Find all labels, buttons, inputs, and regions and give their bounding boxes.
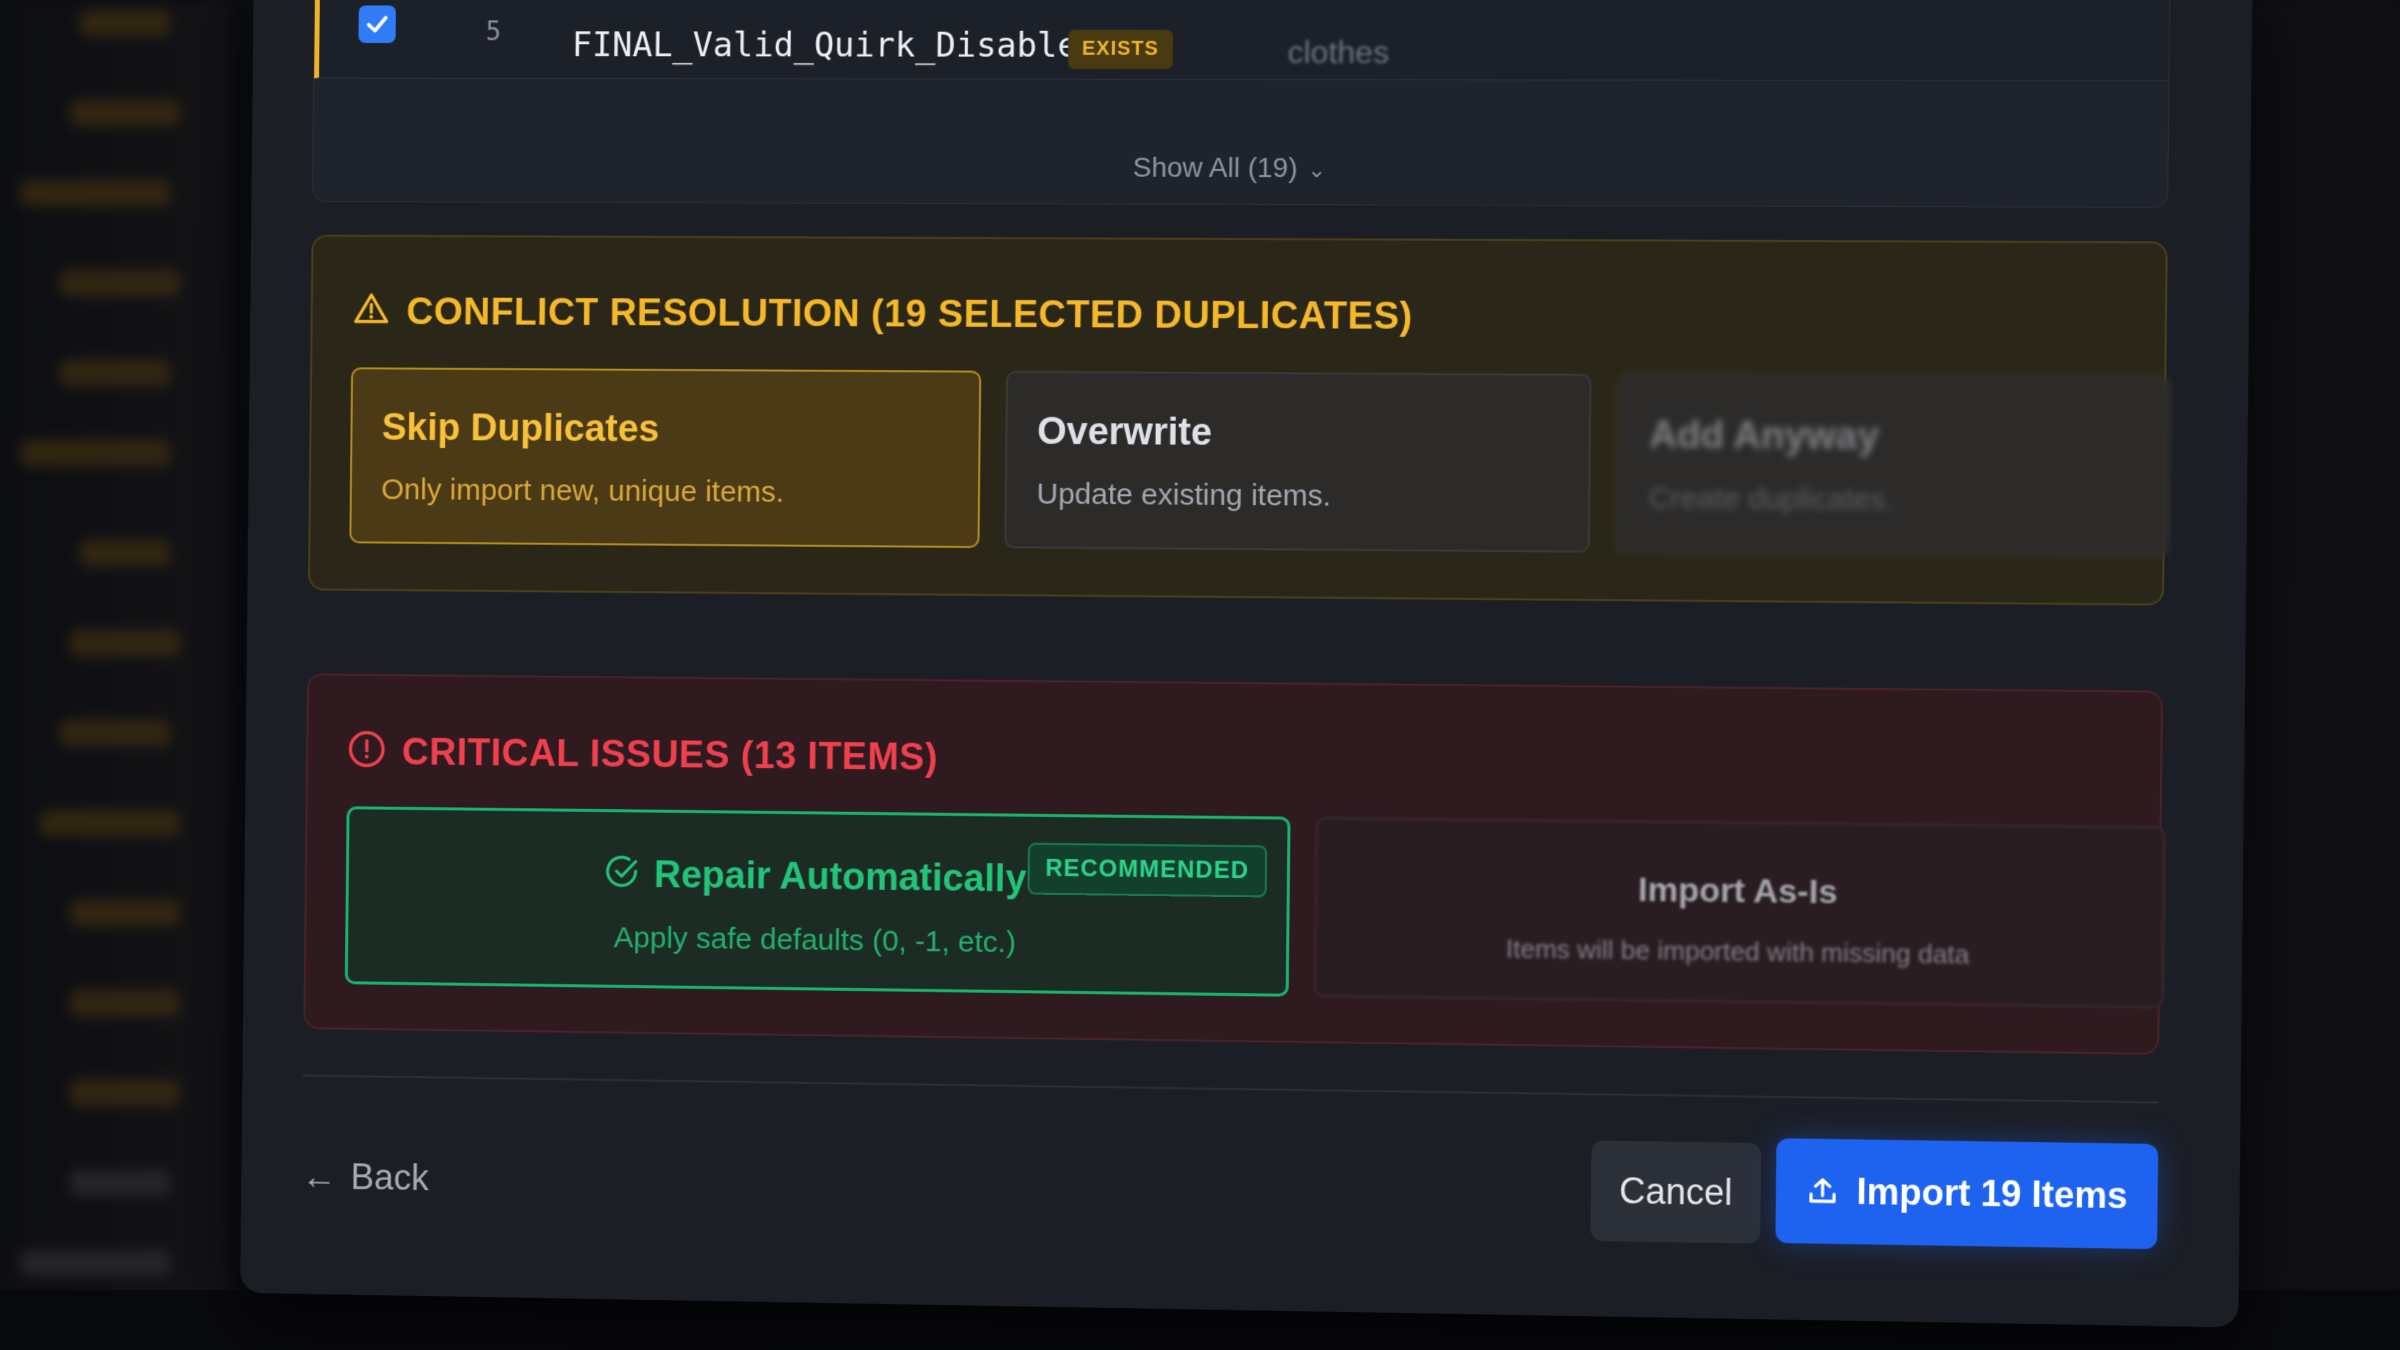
skip-duplicates-option[interactable]: Skip Duplicates Only import new, unique … — [349, 367, 982, 549]
back-button[interactable]: ← Back — [302, 1156, 429, 1200]
import-modal: 5 FINAL_Valid_Quirk_Disabled EXISTS clot… — [240, 0, 2253, 1328]
check-icon — [364, 11, 390, 37]
repair-description: Apply safe defaults (0, -1, etc.) — [613, 921, 1017, 960]
check-circle-icon — [605, 854, 641, 900]
table-row[interactable]: 5 FINAL_Valid_Quirk_Disabled EXISTS clot… — [314, 0, 2170, 82]
conflict-resolution-title: CONFLICT RESOLUTION (19 SELECTED DUPLICA… — [351, 290, 1413, 343]
option-title: Overwrite — [1037, 410, 1213, 454]
warning-icon — [351, 290, 391, 338]
back-label: Back — [350, 1156, 430, 1199]
option-description: Update existing items. — [1036, 477, 1332, 513]
show-all-button[interactable]: Show All (19) ⌄ — [313, 150, 2168, 187]
as-is-description: Items will be imported with missing data — [1505, 933, 1970, 970]
row-index: 5 — [485, 17, 502, 48]
footer-divider — [302, 1074, 2159, 1104]
critical-issues-panel: CRITICAL ISSUES (13 ITEMS) Repair Automa… — [303, 673, 2166, 1055]
option-title: Skip Duplicates — [381, 407, 660, 451]
recommended-badge: RECOMMENDED — [1027, 842, 1268, 898]
arrow-left-icon: ← — [301, 1155, 338, 1197]
import-button[interactable]: Import 19 Items — [1775, 1138, 2159, 1250]
items-table: 5 FINAL_Valid_Quirk_Disabled EXISTS clot… — [311, 0, 2171, 208]
repair-title: Repair Automatically — [653, 854, 1027, 901]
critical-issues-label: CRITICAL ISSUES (13 ITEMS) — [401, 731, 939, 779]
option-title: Add Anyway — [1649, 414, 1880, 459]
row-item-name: FINAL_Valid_Quirk_Disabled — [571, 25, 1099, 66]
row-category: clothes — [1287, 34, 1390, 71]
overwrite-option[interactable]: Overwrite Update existing items. — [1004, 370, 1592, 553]
import-label: Import 19 Items — [1856, 1170, 2128, 1217]
alert-circle-icon — [347, 729, 387, 779]
background-sidebar — [0, 0, 230, 1350]
row-checkbox[interactable] — [358, 5, 396, 44]
chevron-down-icon: ⌄ — [1307, 157, 1327, 183]
option-description: Only import new, unique items. — [381, 473, 785, 509]
conflict-resolution-label: CONFLICT RESOLUTION (19 SELECTED DUPLICA… — [406, 291, 1413, 338]
upload-icon — [1806, 1174, 1841, 1209]
background-right-panel — [2230, 0, 2400, 1350]
option-description: Create duplicates. — [1648, 481, 1894, 517]
exists-badge: EXISTS — [1067, 29, 1174, 69]
add-anyway-option[interactable]: Add Anyway Create duplicates. — [1615, 374, 2171, 558]
show-all-label: Show All (19) — [1132, 151, 1298, 184]
conflict-resolution-panel: CONFLICT RESOLUTION (19 SELECTED DUPLICA… — [307, 234, 2171, 606]
cancel-button[interactable]: Cancel — [1590, 1140, 1762, 1244]
repair-automatically-option[interactable]: Repair Automatically Apply safe defaults… — [344, 806, 1291, 997]
import-as-is-option[interactable]: Import As-Is Items will be imported with… — [1313, 816, 2166, 1009]
critical-issues-title: CRITICAL ISSUES (13 ITEMS) — [347, 729, 938, 785]
as-is-title: Import As-Is — [1637, 870, 1838, 912]
